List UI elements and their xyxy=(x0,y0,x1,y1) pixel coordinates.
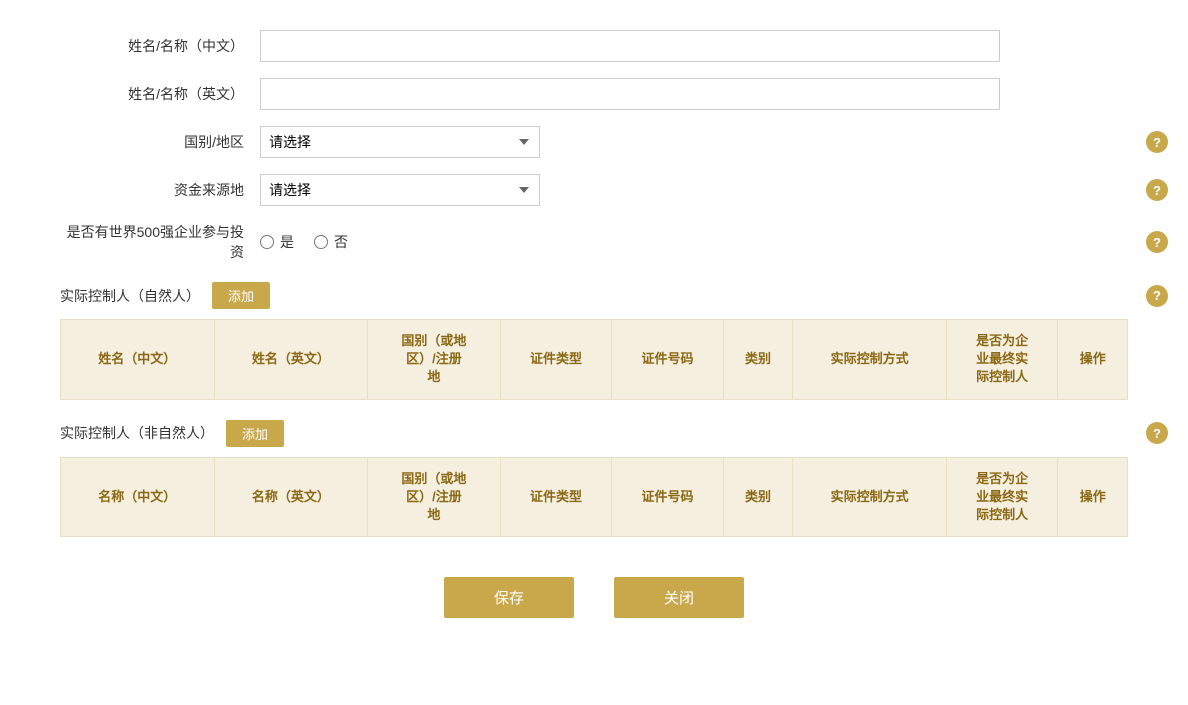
col-org-name-en: 名称（英文） xyxy=(214,457,368,537)
name-cn-input[interactable] xyxy=(260,30,1000,62)
fortune500-yes-radio[interactable] xyxy=(260,235,274,249)
col-name-en: 姓名（英文） xyxy=(214,320,368,400)
fortune500-yes-label: 是 xyxy=(280,232,294,252)
col-org-action: 操作 xyxy=(1058,457,1128,537)
form-section: 姓名/名称（中文） 姓名/名称（英文） 国别/地区 请选择 ? 资金来源地 请选… xyxy=(60,30,1128,262)
col-org-name-cn: 名称（中文） xyxy=(61,457,215,537)
col-org-control-method: 实际控制方式 xyxy=(793,457,947,537)
non-natural-person-add-button[interactable]: 添加 xyxy=(226,420,284,447)
col-org-cert-no: 证件号码 xyxy=(612,457,724,537)
save-button[interactable]: 保存 xyxy=(444,577,574,618)
country-help-icon[interactable]: ? xyxy=(1146,131,1168,153)
fortune500-yes-option[interactable]: 是 xyxy=(260,232,294,252)
footer-buttons: 保存 关闭 xyxy=(60,577,1128,618)
name-en-row: 姓名/名称（英文） xyxy=(60,78,1128,110)
non-natural-person-title: 实际控制人（非自然人） xyxy=(60,423,214,443)
name-en-label: 姓名/名称（英文） xyxy=(60,84,260,104)
non-natural-person-table: 名称（中文） 名称（英文） 国别（或地区）/注册地 证件类型 证件号码 类别 实… xyxy=(60,457,1128,538)
col-category: 类别 xyxy=(723,320,793,400)
fortune500-no-option[interactable]: 否 xyxy=(314,232,348,252)
natural-person-table: 姓名（中文） 姓名（英文） 国别（或地区）/注册地 证件类型 证件号码 类别 实… xyxy=(60,319,1128,400)
fund-source-row: 资金来源地 请选择 ? xyxy=(60,174,1128,206)
non-natural-person-help-icon[interactable]: ? xyxy=(1146,422,1168,444)
col-org-cert-type: 证件类型 xyxy=(500,457,612,537)
col-is-final-controller: 是否为企业最终实际控制人 xyxy=(946,320,1058,400)
name-cn-row: 姓名/名称（中文） xyxy=(60,30,1128,62)
natural-person-title: 实际控制人（自然人） xyxy=(60,286,200,306)
name-en-input[interactable] xyxy=(260,78,1000,110)
fund-source-select[interactable]: 请选择 xyxy=(260,174,540,206)
col-org-category: 类别 xyxy=(723,457,793,537)
name-cn-label: 姓名/名称（中文） xyxy=(60,36,260,56)
col-cert-no: 证件号码 xyxy=(612,320,724,400)
col-org-is-final-controller: 是否为企业最终实际控制人 xyxy=(946,457,1058,537)
fortune500-row: 是否有世界500强企业参与投资 是 否 ? xyxy=(60,222,1128,262)
col-country: 国别（或地区）/注册地 xyxy=(368,320,501,400)
natural-person-add-button[interactable]: 添加 xyxy=(212,282,270,309)
non-natural-person-table-header-row: 名称（中文） 名称（英文） 国别（或地区）/注册地 证件类型 证件号码 类别 实… xyxy=(61,457,1128,537)
close-button[interactable]: 关闭 xyxy=(614,577,744,618)
col-action: 操作 xyxy=(1058,320,1128,400)
non-natural-person-section-header: 实际控制人（非自然人） 添加 ? xyxy=(60,420,1128,447)
col-control-method: 实际控制方式 xyxy=(793,320,947,400)
natural-person-section-header: 实际控制人（自然人） 添加 ? xyxy=(60,282,1128,309)
natural-person-table-header-row: 姓名（中文） 姓名（英文） 国别（或地区）/注册地 证件类型 证件号码 类别 实… xyxy=(61,320,1128,400)
country-label: 国别/地区 xyxy=(60,132,260,152)
fortune500-label: 是否有世界500强企业参与投资 xyxy=(60,222,260,262)
col-org-country: 国别（或地区）/注册地 xyxy=(368,457,501,537)
natural-person-help-icon[interactable]: ? xyxy=(1146,285,1168,307)
fund-source-label: 资金来源地 xyxy=(60,180,260,200)
fortune500-no-label: 否 xyxy=(334,232,348,252)
country-select[interactable]: 请选择 xyxy=(260,126,540,158)
fund-source-help-icon[interactable]: ? xyxy=(1146,179,1168,201)
col-cert-type: 证件类型 xyxy=(500,320,612,400)
fortune500-help-icon[interactable]: ? xyxy=(1146,231,1168,253)
col-name-cn: 姓名（中文） xyxy=(61,320,215,400)
fortune500-no-radio[interactable] xyxy=(314,235,328,249)
country-row: 国别/地区 请选择 ? xyxy=(60,126,1128,158)
fortune500-radio-group: 是 否 xyxy=(260,232,348,252)
